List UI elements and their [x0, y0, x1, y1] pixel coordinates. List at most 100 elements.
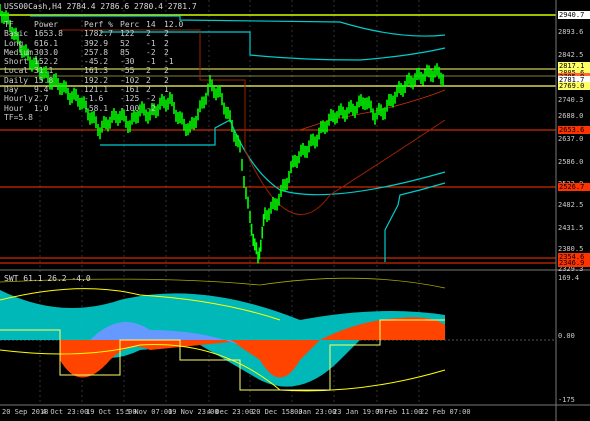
table-cell: -1 — [164, 57, 174, 67]
table-cell: 392.9 — [84, 38, 109, 48]
table-cell — [34, 113, 84, 122]
price-label: 2842.5 — [558, 51, 584, 59]
table-cell: 303.0 — [34, 47, 59, 57]
ohlc-values: 2784.4 2786.6 2780.4 2781.7 — [66, 2, 197, 11]
table-cell: 121.1 — [84, 85, 109, 95]
price-label: 2380.5 — [558, 245, 584, 253]
table-cell: 2 — [164, 66, 169, 76]
time-label: 22 Feb 07:00 — [420, 408, 471, 416]
table-header: TF Power Perf % Perc 14 12.0 — [4, 20, 184, 29]
indicator-axis-label: 0.00 — [558, 332, 575, 340]
table-cell: -100 — [120, 103, 140, 113]
table-row: Long 616.1 392.9 52 -1 2 — [4, 39, 184, 48]
table-cell: 1 — [164, 85, 169, 95]
table-cell: Long — [4, 38, 24, 48]
table-cell: 2 — [164, 38, 169, 48]
table-cell: -125 — [120, 94, 140, 104]
time-label: 4 Dec 23:00 — [207, 408, 254, 416]
table-cell: 257.8 — [84, 47, 109, 57]
table-cell: 152.2 — [34, 57, 59, 67]
swt-indicator — [0, 277, 556, 392]
table-cell: 31.1 — [34, 66, 54, 76]
table-cell: Hour — [4, 103, 24, 113]
table-cell: 161.3 — [84, 66, 109, 76]
table-cell: 1.0 — [34, 103, 49, 113]
table-cell: 14 — [146, 20, 156, 29]
table-row: Medium 303.0 257.8 85 -2 2 — [4, 48, 184, 57]
table-cell: Short — [4, 57, 29, 67]
table-cell: 1653.8 — [34, 29, 63, 39]
table-cell — [84, 113, 120, 122]
price-tag: 2526.7 — [558, 183, 590, 191]
table-cell: 122 — [120, 29, 135, 39]
table-cell: Hourly — [4, 94, 33, 104]
table-cell: 2 — [164, 47, 169, 57]
table-cell: Perf % — [84, 20, 113, 29]
table-cell: -2 — [146, 47, 156, 57]
table-row: Hour 1.0 -58.1 -100 -2 — [4, 104, 184, 113]
trend-line-support — [384, 182, 446, 262]
table-cell: 12.0 — [164, 20, 184, 29]
chart-header: USS00Cash,H4 2784.4 2786.6 2780.4 2781.7 — [4, 2, 197, 11]
table-cell: Daily — [4, 75, 29, 85]
time-label: 4 Oct 23:00 — [42, 408, 89, 416]
price-label: 2431.5 — [558, 224, 584, 232]
time-label: 8 Jan 23:00 — [290, 408, 337, 416]
indicator-title: SWT 61.1 26.2 -4.0 — [4, 274, 91, 283]
table-row: Short 152.2 -45.2 -30 -1 -1 — [4, 57, 184, 66]
table-cell: Perc — [120, 20, 140, 29]
table-row: Daily 15.8 192.2 -102 2 2 — [4, 76, 184, 85]
symbol-title: USS00Cash,H4 — [4, 2, 62, 11]
price-label: 2637.0 — [558, 135, 584, 143]
table-cell: 85 — [120, 47, 130, 57]
table-row: Local 31.1 161.3 -55 2 2 — [4, 66, 184, 75]
price-tag: 2346.9 — [558, 259, 590, 267]
price-label: 2482.5 — [558, 201, 584, 209]
price-label: 2586.0 — [558, 158, 584, 166]
table-cell: 2 — [146, 29, 151, 39]
table-cell: -30 — [120, 57, 135, 67]
table-cell: -1 — [146, 38, 156, 48]
table-cell: 2 — [146, 75, 151, 85]
table-cell: -55 — [120, 66, 135, 76]
table-cell — [164, 94, 184, 103]
indicator-axis-label: -175 — [558, 396, 575, 404]
table-cell: 616.1 — [34, 38, 59, 48]
table-cell: TF — [4, 20, 14, 29]
table-row: Hourly 2.7 -1.6 -125 -2 — [4, 94, 184, 103]
table-cell: Power — [34, 20, 59, 29]
price-label: 2893.6 — [558, 28, 584, 36]
time-label: 7 Feb 11:00 — [376, 408, 423, 416]
indicator-axis-label: 169.4 — [558, 274, 580, 282]
table-cell: Local — [4, 66, 29, 76]
table-cell: -58.1 — [84, 103, 109, 113]
price-tag: 2769.0 — [558, 82, 590, 90]
table-cell: 15.8 — [34, 75, 54, 85]
table-cell: -2 — [146, 103, 156, 113]
table-cell: Day — [4, 85, 19, 95]
table-cell: -2 — [146, 94, 156, 104]
table-cell: Basic — [4, 29, 29, 39]
table-cell: -1.6 — [84, 94, 104, 104]
table-cell: 2.7 — [34, 94, 49, 104]
price-tag: 2653.6 — [558, 126, 590, 134]
table-cell — [164, 104, 184, 113]
table-cell — [164, 113, 184, 122]
table-cell — [146, 113, 164, 122]
power-table: TF Power Perf % Perc 14 12.0 Basic 1653.8 1782.7… — [4, 20, 184, 122]
table-cell: 1782.7 — [84, 29, 113, 39]
trend-line-lower — [100, 119, 446, 196]
table-cell: 2 — [146, 85, 151, 95]
table-cell: 2 — [164, 75, 169, 85]
table-cell: 9.4 — [34, 85, 49, 95]
table-cell: -1 — [146, 57, 156, 67]
table-cell: 52 — [120, 38, 130, 48]
price-tag: 2940.7 — [558, 11, 590, 19]
table-cell: 2 — [164, 29, 169, 39]
table-cell: Medium — [4, 47, 33, 57]
time-label: 5 Nov 07:00 — [126, 408, 173, 416]
table-row: Basic 1653.8 1782.7 122 2 2 — [4, 29, 184, 38]
table-cell: 192.2 — [84, 75, 109, 85]
table-cell: -45.2 — [84, 57, 109, 67]
price-label: 2688.0 — [558, 112, 584, 120]
